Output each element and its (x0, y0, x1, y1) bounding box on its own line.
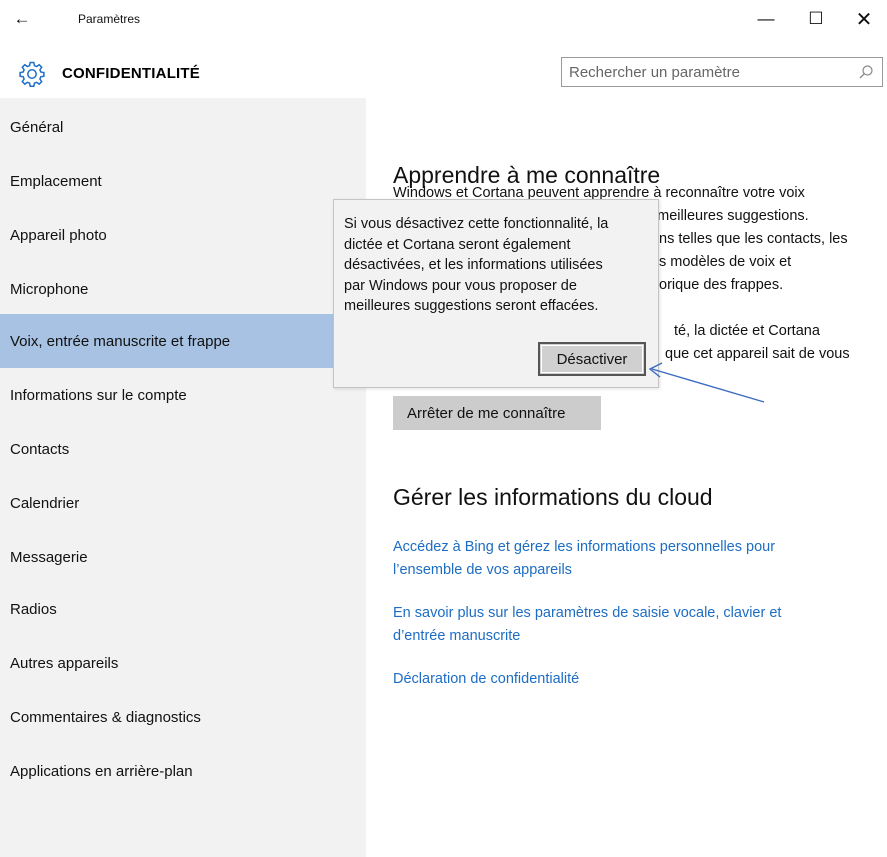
flyout-line: désactivées, et les informations utilisé… (344, 257, 603, 274)
sidebar-item-label: Microphone (10, 280, 89, 298)
section-title-cloud-info: Gérer les informations du cloud (393, 484, 713, 510)
sidebar-item-general[interactable]: Général (0, 100, 366, 154)
sidebar-item-label: Commentaires & diagnostics (10, 708, 201, 726)
description-line: s modèles de voix et (659, 254, 792, 270)
title-bar: ← Paramètres — ☐ ✕ (0, 0, 887, 38)
sidebar-item-speech-inking-typing[interactable]: Voix, entrée manuscrite et frappe (0, 314, 366, 368)
sidebar-item-location[interactable]: Emplacement (0, 154, 366, 208)
stop-getting-to-know-me-button[interactable]: Arrêter de me connaître (393, 396, 601, 430)
gear-icon (19, 61, 45, 88)
sidebar-item-account-info[interactable]: Informations sur le compte (0, 368, 366, 422)
bing-personal-info-link[interactable]: Accédez à Bing et gérez les informations… (393, 536, 863, 582)
window-controls: — ☐ ✕ (741, 0, 887, 38)
flyout-line: par Windows pour vous proposer de (344, 277, 577, 294)
window-title: Paramètres (78, 12, 141, 26)
sidebar-item-other-devices[interactable]: Autres appareils (0, 636, 366, 690)
sidebar-item-label: Contacts (10, 440, 70, 458)
search-box[interactable] (561, 57, 883, 87)
link-line: Déclaration de confidentialité (393, 671, 580, 687)
description-line: té, la dictée et Cortana (674, 323, 820, 339)
link-line: Accédez à Bing et gérez les informations… (393, 539, 776, 555)
search-icon[interactable] (858, 64, 874, 80)
sidebar-item-calendar[interactable]: Calendrier (0, 476, 366, 530)
sidebar-item-camera[interactable]: Appareil photo (0, 208, 366, 262)
sidebar-item-background-apps[interactable]: Applications en arrière-plan (0, 744, 366, 798)
sidebar-item-label: Informations sur le compte (10, 386, 187, 404)
search-input[interactable] (562, 58, 852, 86)
link-line: En savoir plus sur les paramètres de sai… (393, 605, 782, 621)
flyout-message: Si vous désactivez cette fonctionnalité,… (344, 214, 650, 317)
sidebar-item-microphone[interactable]: Microphone (0, 262, 366, 316)
page-header: CONFIDENTIALITÉ (0, 38, 887, 98)
sidebar-item-feedback-diagnostics[interactable]: Commentaires & diagnostics (0, 690, 366, 744)
link-line: l’ensemble de vos appareils (393, 562, 572, 578)
description-line: orique des frappes. (659, 277, 784, 293)
sidebar-item-label: Autres appareils (10, 654, 119, 672)
confirmation-flyout: Si vous désactivez cette fonctionnalité,… (333, 199, 659, 388)
minimize-button[interactable]: — (741, 0, 791, 38)
flyout-line: dictée et Cortana seront également (344, 236, 571, 253)
sidebar-item-radios[interactable]: Radios (0, 582, 366, 636)
sidebar: Général Emplacement Appareil photo Micro… (0, 98, 366, 857)
sidebar-item-label: Emplacement (10, 172, 102, 190)
sidebar-item-label: Messagerie (10, 548, 88, 566)
sidebar-item-contacts[interactable]: Contacts (0, 422, 366, 476)
annotation-arrow-icon (648, 362, 765, 403)
description-line: de meilleures suggestions. (637, 208, 809, 224)
sidebar-item-messaging[interactable]: Messagerie (0, 530, 366, 584)
sidebar-item-label: Général (10, 118, 64, 136)
sidebar-item-label: Appareil photo (10, 226, 107, 244)
sidebar-item-label: Applications en arrière-plan (10, 762, 193, 780)
close-button[interactable]: ✕ (841, 0, 887, 38)
speech-keyboard-settings-link[interactable]: En savoir plus sur les paramètres de sai… (393, 602, 863, 648)
deactivate-button[interactable]: Désactiver (538, 342, 646, 376)
sidebar-item-label: Voix, entrée manuscrite et frappe (10, 332, 231, 350)
sidebar-item-label: Calendrier (10, 494, 80, 512)
page-title: CONFIDENTIALITÉ (62, 65, 200, 82)
description-line: ns telles que les contacts, les (659, 231, 848, 247)
flyout-line: meilleures suggestions seront effacées. (344, 298, 599, 315)
back-arrow-icon[interactable]: ← (10, 8, 34, 30)
sidebar-item-label: Radios (10, 600, 57, 618)
privacy-statement-link[interactable]: Déclaration de confidentialité (393, 668, 863, 691)
flyout-line: Si vous désactivez cette fonctionnalité,… (344, 216, 609, 232)
maximize-button[interactable]: ☐ (791, 0, 841, 38)
link-line: d’entrée manuscrite (393, 628, 521, 644)
